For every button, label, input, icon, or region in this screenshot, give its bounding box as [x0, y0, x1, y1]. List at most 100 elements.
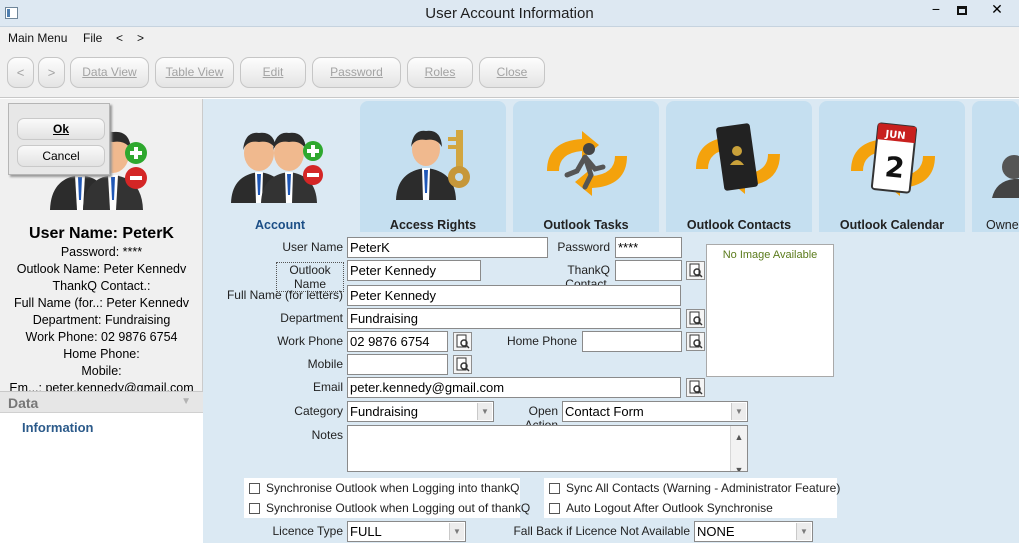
sync-login-label[interactable]: Synchronise Outlook when Logging into th…: [266, 481, 520, 495]
scroll-up-icon[interactable]: ▲: [731, 428, 747, 447]
home-phone-label: Home Phone: [506, 334, 577, 348]
close-icon: ✕: [991, 1, 1003, 17]
menu-back[interactable]: <: [116, 31, 123, 45]
summary-line: Work Phone: 02 9876 6754: [25, 330, 178, 344]
data-section-header[interactable]: Data ▼: [0, 391, 203, 413]
chevron-down-icon: ▼: [181, 396, 191, 407]
back-button[interactable]: <: [7, 57, 34, 88]
summary-line: Mobile:: [81, 364, 122, 378]
category-value: Fundraising: [350, 404, 418, 419]
licence-type-label: Licence Type: [272, 524, 344, 538]
data-section-title: Data: [8, 395, 39, 411]
notes-label: Notes: [311, 428, 343, 442]
notes-field[interactable]: ▲ ▼: [347, 425, 748, 472]
mobile-dial-button[interactable]: [453, 355, 472, 374]
close-window-button[interactable]: ✕: [978, 0, 1016, 20]
toolbar: < > Data View Table View Edit Password R…: [0, 49, 1019, 98]
access-key-icon: [396, 130, 470, 200]
title-bar: User Account Information − ✕: [0, 0, 1019, 27]
password-label: Password: [557, 240, 610, 254]
summary-line: Password: ****: [60, 245, 143, 259]
document-search-icon: [456, 334, 470, 349]
tab-account[interactable]: Account: [207, 101, 353, 232]
document-search-icon: [689, 263, 703, 278]
svg-text:JUN: JUN: [884, 129, 906, 142]
document-search-icon: [456, 357, 470, 372]
work-phone-label: Work Phone: [277, 334, 343, 348]
sync-login-checkbox[interactable]: [249, 483, 260, 494]
thankq-contact-field[interactable]: [615, 260, 682, 281]
sync-all-label[interactable]: Sync All Contacts (Warning - Administrat…: [566, 481, 840, 495]
tab-outlook-tasks[interactable]: Outlook Tasks: [513, 101, 659, 232]
svg-text:2: 2: [883, 150, 906, 185]
fallback-label: Fall Back if Licence Not Available: [513, 524, 690, 538]
category-label: Category: [294, 404, 343, 418]
outlook-name-field[interactable]: Peter Kennedy: [347, 260, 481, 281]
document-search-icon: [689, 380, 703, 395]
table-view-button[interactable]: Table View: [155, 57, 234, 88]
password-field[interactable]: ****: [615, 237, 682, 258]
sync-logout-label[interactable]: Synchronise Outlook when Logging out of …: [266, 501, 530, 515]
fallback-value: NONE: [697, 524, 735, 539]
sync-logout-checkbox[interactable]: [249, 503, 260, 514]
document-search-icon: [689, 311, 703, 326]
minimize-icon: −: [931, 1, 941, 17]
email-field[interactable]: peter.kennedy@gmail.com: [347, 377, 681, 398]
home-phone-dial-button[interactable]: [686, 332, 705, 351]
fallback-select[interactable]: NONE ▼: [694, 521, 813, 542]
menu-main-menu[interactable]: Main Menu: [8, 31, 67, 45]
dropdown-arrow-icon: ▼: [796, 523, 811, 540]
sync-all-checkbox[interactable]: [549, 483, 560, 494]
summary-line: Department: Fundraising: [32, 313, 171, 327]
forward-button[interactable]: >: [38, 57, 65, 88]
tab-owner[interactable]: Owne: [972, 101, 1019, 232]
user-image-box[interactable]: No Image Available: [706, 244, 834, 377]
thankq-lookup-button[interactable]: [686, 261, 705, 280]
tab-label-access-rights: Access Rights: [389, 218, 477, 232]
department-lookup-button[interactable]: [686, 309, 705, 328]
roles-button[interactable]: Roles: [407, 57, 473, 88]
full-name-field[interactable]: Peter Kennedy: [347, 285, 681, 306]
summary-line: Full Name (for..: Peter Kennedv: [13, 296, 190, 310]
nav-item-information[interactable]: Information: [22, 420, 94, 435]
data-view-button[interactable]: Data View: [70, 57, 149, 88]
scroll-down-icon[interactable]: ▼: [731, 461, 747, 471]
notes-scrollbar[interactable]: ▲ ▼: [730, 426, 747, 471]
home-phone-field[interactable]: [582, 331, 682, 352]
summary-line: Outlook Name: Peter Kennedv: [16, 262, 187, 276]
user-name-field[interactable]: PeterK: [347, 237, 548, 258]
tab-access-rights[interactable]: Access Rights: [360, 101, 506, 232]
contacts-book-icon: [696, 123, 780, 194]
dropdown-arrow-icon: ▼: [731, 403, 746, 420]
window-title: User Account Information: [425, 5, 594, 22]
menu-file[interactable]: File: [83, 31, 102, 45]
work-phone-dial-button[interactable]: [453, 332, 472, 351]
email-send-button[interactable]: [686, 378, 705, 397]
auto-logout-checkbox[interactable]: [549, 503, 560, 514]
password-button[interactable]: Password: [312, 57, 401, 88]
no-image-text: No Image Available: [722, 249, 818, 261]
close-button[interactable]: Close: [479, 57, 545, 88]
licence-type-select[interactable]: FULL ▼: [347, 521, 466, 542]
department-field[interactable]: Fundraising: [347, 308, 681, 329]
ok-button[interactable]: Ok: [17, 118, 105, 140]
menu-bar: Main Menu File < >: [0, 27, 1019, 49]
category-select[interactable]: Fundraising ▼: [347, 401, 494, 422]
tab-label-outlook-calendar: Outlook Calendar: [839, 218, 945, 232]
licence-type-value: FULL: [350, 524, 382, 539]
auto-logout-label[interactable]: Auto Logout After Outlook Synchronise: [566, 501, 773, 515]
tab-outlook-calendar[interactable]: JUN 2 Outlook Calendar: [819, 101, 965, 232]
dropdown-arrow-icon: ▼: [477, 403, 492, 420]
account-icon: [231, 132, 323, 203]
confirm-dialog: Ok Cancel: [8, 103, 110, 175]
work-phone-field[interactable]: 02 9876 6754: [347, 331, 448, 352]
tab-outlook-contacts[interactable]: Outlook Contacts: [666, 101, 812, 232]
open-action-value: Contact Form: [565, 404, 644, 419]
cancel-button[interactable]: Cancel: [17, 145, 105, 167]
calendar-icon: JUN 2: [851, 122, 935, 196]
menu-forward[interactable]: >: [137, 31, 144, 45]
edit-button[interactable]: Edit: [240, 57, 306, 88]
maximize-button[interactable]: [946, 0, 978, 20]
mobile-field[interactable]: [347, 354, 448, 375]
open-action-select[interactable]: Contact Form ▼: [562, 401, 748, 422]
